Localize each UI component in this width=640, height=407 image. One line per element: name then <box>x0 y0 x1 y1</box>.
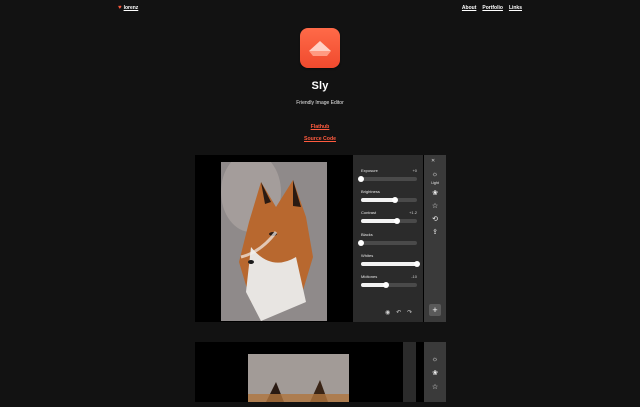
app-screenshot-2: ☼ ❀ ☆ <box>195 342 446 402</box>
exposure-slider[interactable] <box>358 176 417 182</box>
slider-knob[interactable] <box>414 261 420 267</box>
source-code-link[interactable]: Source Code <box>304 136 336 142</box>
eye-icon[interactable]: ◉ <box>385 309 390 316</box>
sun-icon[interactable]: ☼ <box>431 356 439 364</box>
adjustment-label: Exposure <box>361 168 378 173</box>
heart-icon: ♥ <box>118 5 122 11</box>
close-icon[interactable]: ✕ <box>431 158 435 164</box>
nav-links: About Portfolio Links <box>462 5 522 11</box>
adjustment-label: Contrast <box>361 210 377 215</box>
brand-link[interactable]: lorenz <box>124 5 139 11</box>
sun-icon[interactable]: ☼ <box>431 171 439 179</box>
flathub-link-wrap: Flathub <box>0 124 640 130</box>
app-screenshot: Exposure +0 Brightness Contrast +1.2 Black… <box>195 155 446 322</box>
adjustment-value: +1.2 <box>409 210 417 215</box>
slider-knob[interactable] <box>383 282 390 288</box>
crop-icon[interactable]: ⟲ <box>431 216 439 224</box>
slider-knob[interactable] <box>391 197 398 203</box>
midtones-slider[interactable] <box>361 282 417 288</box>
contrast-slider[interactable] <box>361 218 417 224</box>
page-subtitle: Friendly Image Editor <box>296 100 344 106</box>
adjustment-midtones: Midtones -10 <box>361 274 417 288</box>
star-icon[interactable]: ☆ <box>431 203 439 211</box>
source-code-link-wrap: Source Code <box>0 136 640 142</box>
palette-icon[interactable]: ❀ <box>431 370 439 378</box>
fox-photo-2 <box>248 354 349 402</box>
page-title: Sly <box>311 80 329 92</box>
adjustment-label: Brightness <box>361 189 380 194</box>
adjustments-panel: Exposure +0 Brightness Contrast +1.2 Black… <box>353 155 423 322</box>
undo-icon[interactable]: ↶ <box>396 309 401 316</box>
adjustment-label: Midtones <box>361 274 378 279</box>
adjustment-label: Blacks <box>361 232 373 237</box>
tool-label: Light <box>431 181 439 185</box>
redo-icon[interactable]: ↷ <box>407 309 412 316</box>
app-logo-icon <box>300 28 340 68</box>
brightness-slider[interactable] <box>361 197 417 203</box>
slider-knob[interactable] <box>394 218 401 224</box>
adjustment-value: -10 <box>411 274 417 279</box>
palette-icon[interactable]: ❀ <box>431 190 439 198</box>
adjustment-brightness: Brightness <box>361 189 417 203</box>
add-button[interactable]: + <box>429 304 441 316</box>
adjustment-contrast: Contrast +1.2 <box>361 210 417 224</box>
whites-slider[interactable] <box>361 261 420 267</box>
adjustment-whites: Whites <box>361 253 420 267</box>
blacks-slider[interactable] <box>358 240 417 246</box>
adjustments-panel-2 <box>403 342 416 402</box>
adjustment-blacks: Blacks <box>358 232 417 246</box>
fox-photo <box>221 162 327 321</box>
nav-link-about[interactable]: About <box>462 5 476 11</box>
adjustment-exposure: Exposure +0 <box>358 168 417 182</box>
panel-footer: ◉ ↶ ↷ <box>385 309 412 316</box>
adjustment-label: Whites <box>361 253 374 258</box>
flathub-link[interactable]: Flathub <box>311 124 330 130</box>
adjustment-value: +0 <box>412 168 417 173</box>
brand[interactable]: ♥ lorenz <box>118 5 138 11</box>
slider-knob[interactable] <box>358 176 364 182</box>
nav-link-portfolio[interactable]: Portfolio <box>482 5 503 11</box>
nav-link-links[interactable]: Links <box>509 5 522 11</box>
slider-knob[interactable] <box>358 240 364 246</box>
export-icon[interactable]: ⇪ <box>431 229 439 237</box>
top-nav: ♥ lorenz About Portfolio Links <box>118 5 522 15</box>
star-icon[interactable]: ☆ <box>431 384 439 392</box>
